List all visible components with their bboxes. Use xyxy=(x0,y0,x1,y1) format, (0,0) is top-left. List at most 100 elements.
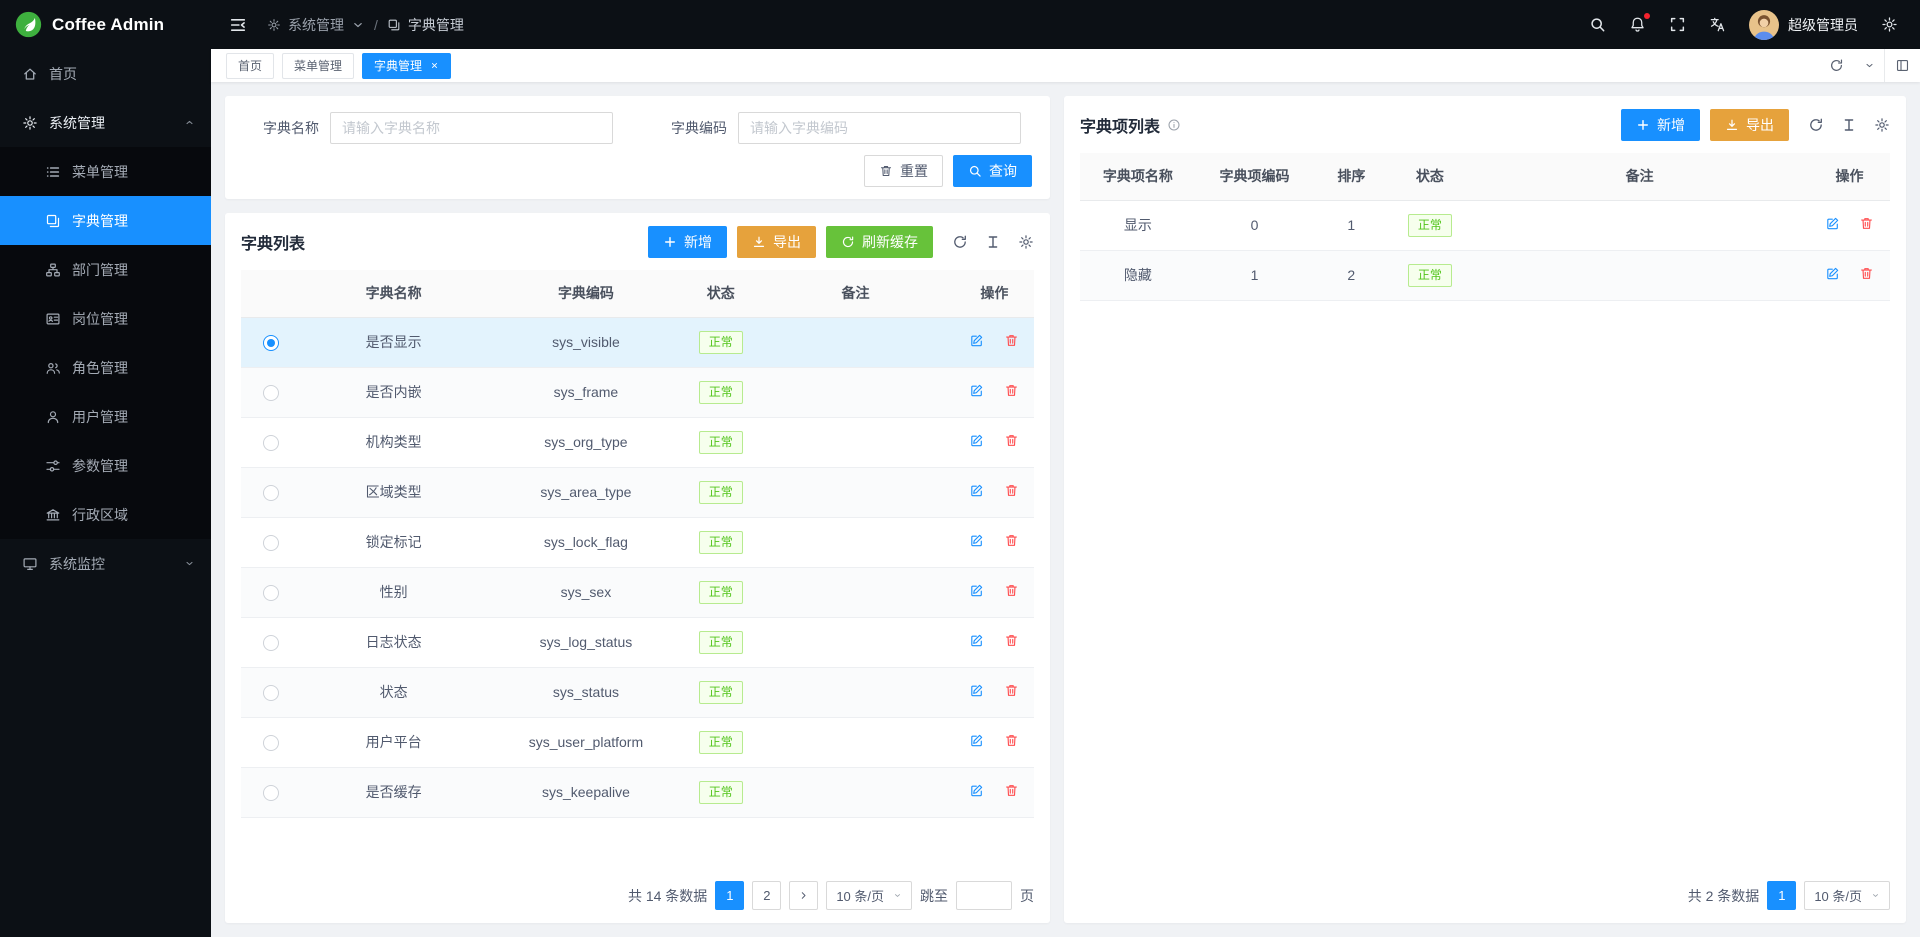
edit-icon[interactable] xyxy=(969,583,984,598)
next-page-button[interactable] xyxy=(789,881,818,910)
sidebar-item-dict-mgmt[interactable]: 字典管理 xyxy=(0,196,211,245)
refresh-icon[interactable] xyxy=(952,234,968,250)
sidebar-item-region-mgmt[interactable]: 行政区域 xyxy=(0,490,211,539)
sidebar-item-role-mgmt[interactable]: 角色管理 xyxy=(0,343,211,392)
delete-icon[interactable] xyxy=(1004,383,1019,398)
breadcrumb-system[interactable]: 系统管理 xyxy=(267,15,365,35)
page-1-button[interactable]: 1 xyxy=(1767,881,1796,910)
info-icon[interactable] xyxy=(1167,118,1181,132)
delete-icon[interactable] xyxy=(1004,333,1019,348)
dict-table-row[interactable]: 是否缓存 sys_keepalive 正常 xyxy=(241,767,1034,817)
refresh-cache-button[interactable]: 刷新缓存 xyxy=(826,226,933,258)
content-fullscreen-button[interactable] xyxy=(1884,49,1920,82)
app-logo[interactable]: Coffee Admin xyxy=(0,0,211,49)
edit-icon[interactable] xyxy=(969,483,984,498)
column-settings-icon[interactable] xyxy=(1874,117,1890,133)
edit-icon[interactable] xyxy=(969,383,984,398)
refresh-tab-button[interactable] xyxy=(1818,49,1854,82)
dict-table-row[interactable]: 日志状态 sys_log_status 正常 xyxy=(241,617,1034,667)
page-size-select[interactable]: 10 条/页 xyxy=(1804,881,1890,910)
delete-icon[interactable] xyxy=(1004,583,1019,598)
reset-button[interactable]: 重置 xyxy=(864,155,943,187)
row-select-radio[interactable] xyxy=(263,385,279,401)
edit-icon[interactable] xyxy=(1825,266,1840,281)
sidebar-item-user-mgmt[interactable]: 用户管理 xyxy=(0,392,211,441)
delete-icon[interactable] xyxy=(1004,633,1019,648)
sidebar-collapse-icon[interactable] xyxy=(229,16,247,34)
add-button[interactable]: 新增 xyxy=(1621,109,1700,141)
dict-table-row[interactable]: 是否显示 sys_visible 正常 xyxy=(241,317,1034,367)
dict-table-row[interactable]: 机构类型 sys_org_type 正常 xyxy=(241,417,1034,467)
fullscreen-icon[interactable] xyxy=(1669,16,1686,33)
settings-gear-icon[interactable] xyxy=(1881,16,1898,33)
dict-code-input[interactable] xyxy=(738,112,1021,144)
sidebar-item-menu-mgmt[interactable]: 菜单管理 xyxy=(0,147,211,196)
edit-icon[interactable] xyxy=(969,433,984,448)
row-select-radio[interactable] xyxy=(263,735,279,751)
export-button[interactable]: 导出 xyxy=(737,226,816,258)
notifications-button[interactable] xyxy=(1629,16,1646,33)
page-1-button[interactable]: 1 xyxy=(715,881,744,910)
export-button[interactable]: 导出 xyxy=(1710,109,1789,141)
sidebar-menu: 首页 系统管理 菜单管理 字典管理 部门管理 xyxy=(0,49,211,937)
edit-icon[interactable] xyxy=(969,333,984,348)
tab-menu-mgmt[interactable]: 菜单管理 xyxy=(282,53,354,79)
dict-table-row[interactable]: 锁定标记 sys_lock_flag 正常 xyxy=(241,517,1034,567)
edit-icon[interactable] xyxy=(969,733,984,748)
refresh-icon[interactable] xyxy=(1808,117,1824,133)
user-menu[interactable]: 超级管理员 xyxy=(1749,10,1858,40)
delete-icon[interactable] xyxy=(1859,216,1874,231)
edit-icon[interactable] xyxy=(969,783,984,798)
delete-icon[interactable] xyxy=(1004,683,1019,698)
search-button[interactable]: 查询 xyxy=(953,155,1032,187)
row-select-radio[interactable] xyxy=(263,585,279,601)
delete-icon[interactable] xyxy=(1004,483,1019,498)
dict-item-row[interactable]: 隐藏 1 2 正常 xyxy=(1080,250,1890,300)
dict-table-row[interactable]: 状态 sys_status 正常 xyxy=(241,667,1034,717)
dict-name-cell: 是否内嵌 xyxy=(300,367,486,417)
row-select-radio[interactable] xyxy=(263,335,279,351)
edit-icon[interactable] xyxy=(969,533,984,548)
dict-table-row[interactable]: 用户平台 sys_user_platform 正常 xyxy=(241,717,1034,767)
row-select-radio[interactable] xyxy=(263,435,279,451)
translate-icon[interactable] xyxy=(1709,16,1726,33)
sidebar-item-monitor[interactable]: 系统监控 xyxy=(0,539,211,588)
dict-item-row[interactable]: 显示 0 1 正常 xyxy=(1080,200,1890,250)
sidebar-item-home[interactable]: 首页 xyxy=(0,49,211,98)
row-select-radio[interactable] xyxy=(263,635,279,651)
dict-name-input[interactable] xyxy=(330,112,613,144)
tab-home[interactable]: 首页 xyxy=(226,53,274,79)
delete-icon[interactable] xyxy=(1004,783,1019,798)
column-settings-icon[interactable] xyxy=(1018,234,1034,250)
search-icon[interactable] xyxy=(1589,16,1606,33)
sidebar-item-system[interactable]: 系统管理 xyxy=(0,98,211,147)
delete-icon[interactable] xyxy=(1004,733,1019,748)
tab-actions-dropdown[interactable] xyxy=(1854,49,1884,82)
edit-icon[interactable] xyxy=(1825,216,1840,231)
edit-icon[interactable] xyxy=(969,633,984,648)
sidebar-item-param-mgmt[interactable]: 参数管理 xyxy=(0,441,211,490)
close-icon[interactable] xyxy=(430,61,439,70)
dict-table-row[interactable]: 性别 sys_sex 正常 xyxy=(241,567,1034,617)
row-select-radio[interactable] xyxy=(263,785,279,801)
add-button[interactable]: 新增 xyxy=(648,226,727,258)
density-icon[interactable] xyxy=(1841,117,1857,133)
edit-icon[interactable] xyxy=(969,683,984,698)
sidebar-item-dept-mgmt[interactable]: 部门管理 xyxy=(0,245,211,294)
row-select-radio[interactable] xyxy=(263,685,279,701)
row-select-radio[interactable] xyxy=(263,485,279,501)
delete-icon[interactable] xyxy=(1004,533,1019,548)
page-2-button[interactable]: 2 xyxy=(752,881,781,910)
tab-dict-mgmt[interactable]: 字典管理 xyxy=(362,53,451,79)
page-size-select[interactable]: 10 条/页 xyxy=(826,881,912,910)
delete-icon[interactable] xyxy=(1859,266,1874,281)
refresh-icon xyxy=(841,235,855,249)
sidebar-item-post-mgmt[interactable]: 岗位管理 xyxy=(0,294,211,343)
density-icon[interactable] xyxy=(985,234,1001,250)
delete-icon[interactable] xyxy=(1004,433,1019,448)
jump-page-input[interactable] xyxy=(956,881,1012,910)
sliders-icon xyxy=(45,458,61,474)
dict-table-row[interactable]: 是否内嵌 sys_frame 正常 xyxy=(241,367,1034,417)
dict-table-row[interactable]: 区域类型 sys_area_type 正常 xyxy=(241,467,1034,517)
row-select-radio[interactable] xyxy=(263,535,279,551)
